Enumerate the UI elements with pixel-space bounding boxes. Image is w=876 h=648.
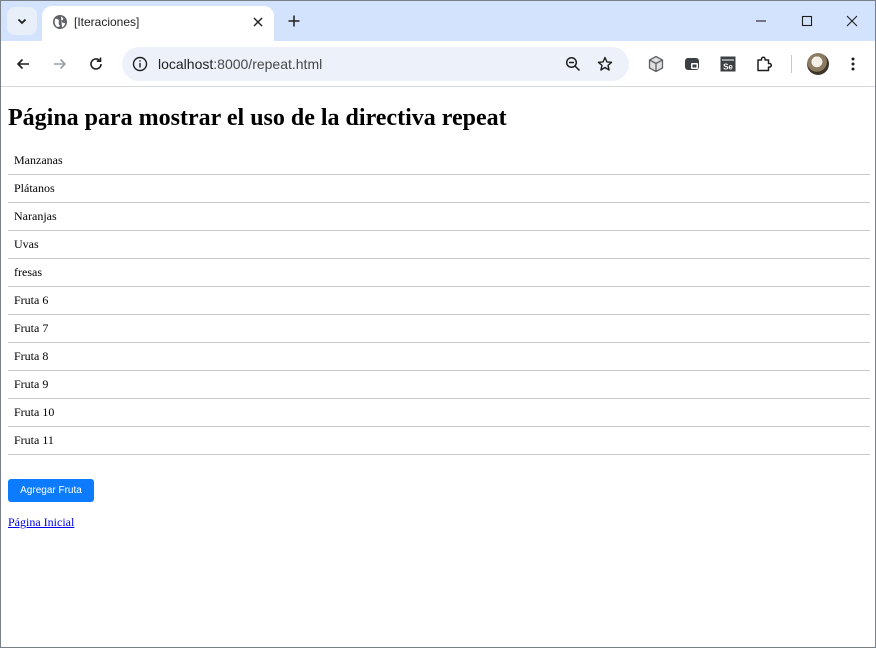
url-path: :8000/repeat.html — [213, 56, 323, 72]
bookmark-button[interactable] — [594, 53, 616, 75]
list-item: Fruta 11 — [8, 427, 870, 455]
add-fruit-button[interactable]: Agregar Fruta — [8, 479, 94, 502]
close-icon — [253, 17, 263, 27]
extension-tab-button[interactable] — [678, 50, 706, 78]
globe-icon — [53, 15, 67, 29]
page-content: Página para mostrar el uso de la directi… — [2, 88, 874, 648]
cube-icon — [648, 55, 664, 73]
fruit-list: Manzanas Plátanos Naranjas Uvas fresas F… — [8, 147, 870, 455]
forward-button[interactable] — [46, 50, 74, 78]
url-host: localhost — [158, 56, 214, 72]
close-icon — [846, 15, 858, 27]
svg-text:Se: Se — [723, 62, 733, 71]
list-item: Fruta 10 — [8, 399, 870, 427]
list-item: Fruta 9 — [8, 371, 870, 399]
tab-search-button[interactable] — [7, 7, 37, 35]
maximize-icon — [801, 15, 813, 27]
list-item: Plátanos — [8, 175, 870, 203]
home-link[interactable]: Página Inicial — [8, 515, 868, 530]
reload-icon — [90, 57, 102, 70]
list-item: Manzanas — [8, 147, 870, 175]
selenium-ide-button[interactable]: Se — [714, 50, 742, 78]
selenium-icon: Se — [720, 56, 736, 72]
page-title: Página para mostrar el uso de la directi… — [8, 105, 507, 131]
browser-toolbar: localhost:8000/repeat.html Se — [1, 41, 875, 87]
minimize-icon — [756, 20, 766, 22]
puzzle-icon — [757, 56, 773, 72]
list-item: Naranjas — [8, 203, 870, 231]
chevron-down-icon — [17, 18, 27, 25]
back-button[interactable] — [9, 50, 37, 78]
zoom-out-icon — [565, 56, 581, 72]
list-item: Fruta 8 — [8, 343, 870, 371]
new-tab-button[interactable] — [282, 9, 306, 33]
extension-cube-button[interactable] — [642, 50, 670, 78]
toolbar-separator — [791, 55, 792, 73]
list-item: Uvas — [8, 231, 870, 259]
address-bar[interactable]: localhost:8000/repeat.html — [122, 47, 629, 81]
browser-window: [Iteraciones] localhost:8000/repeat.html… — [0, 0, 876, 648]
zoom-button[interactable] — [562, 53, 584, 75]
list-item: Fruta 7 — [8, 315, 870, 343]
extension-tab-icon — [685, 58, 699, 70]
list-item: Fruta 6 — [8, 287, 870, 315]
active-tab[interactable]: [Iteraciones] — [42, 6, 274, 41]
plus-icon — [288, 15, 300, 27]
minimize-button[interactable] — [738, 1, 784, 41]
site-info-button[interactable] — [130, 54, 150, 74]
menu-button[interactable] — [839, 50, 867, 78]
arrow-right-icon — [54, 58, 67, 70]
url-text: localhost:8000/repeat.html — [158, 56, 322, 72]
tab-strip: [Iteraciones] — [1, 1, 875, 41]
kebab-menu-icon — [851, 57, 855, 71]
extensions-button[interactable] — [750, 50, 778, 78]
tab-close-button[interactable] — [248, 12, 268, 32]
profile-avatar[interactable] — [807, 53, 829, 75]
info-icon — [132, 56, 148, 72]
arrow-left-icon — [16, 58, 29, 70]
reload-button[interactable] — [82, 50, 110, 78]
list-item: fresas — [8, 259, 870, 287]
maximize-button[interactable] — [784, 1, 830, 41]
star-icon — [597, 56, 613, 71]
tab-title: [Iteraciones] — [74, 15, 140, 29]
close-window-button[interactable] — [829, 1, 875, 41]
